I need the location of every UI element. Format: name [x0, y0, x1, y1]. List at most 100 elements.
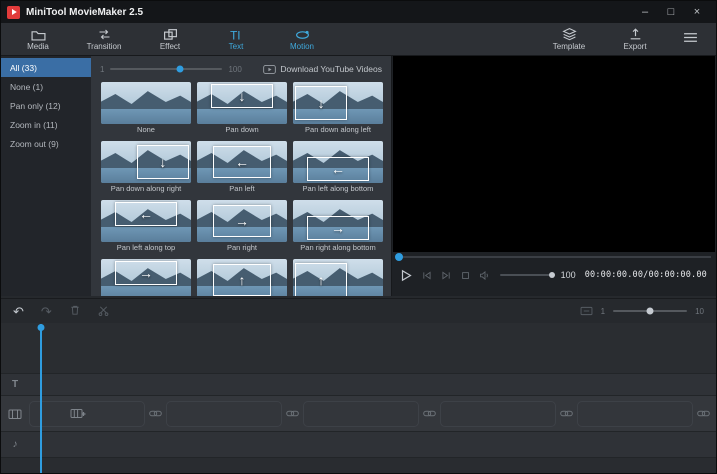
trash-icon — [69, 304, 81, 318]
pan-arrow-icon: → — [331, 221, 345, 235]
motion-effect-pan-right-along-bottom[interactable]: →Pan right along bottom — [293, 200, 383, 254]
motion-panel-header: 1 100 Download YouTube Videos — [91, 56, 391, 82]
size-slider-max: 100 — [228, 65, 241, 74]
zoom-slider-handle[interactable] — [647, 308, 654, 315]
toolbar-item-export[interactable]: Export — [602, 23, 668, 55]
clip-slot[interactable] — [29, 401, 145, 427]
scissors-icon — [98, 305, 109, 318]
titlebar: MiniTool MovieMaker 2.5 – □ × — [1, 1, 716, 23]
minimize-button[interactable]: – — [632, 1, 658, 23]
youtube-icon — [263, 65, 276, 74]
maximize-button[interactable]: □ — [658, 1, 684, 23]
volume-slider-handle[interactable] — [549, 272, 555, 278]
video-preview — [393, 56, 715, 252]
transition-link-icon — [697, 409, 710, 418]
clip-slot[interactable] — [303, 401, 419, 427]
hamburger-menu-icon — [683, 30, 698, 48]
motion-effect-pan-left-along-bottom[interactable]: ←Pan left along bottom — [293, 141, 383, 195]
effect-thumbnail: → — [197, 200, 287, 242]
motion-panel: 1 100 Download YouTube Videos None↓Pan d… — [91, 56, 391, 296]
transition-icon — [97, 27, 112, 41]
motion-effect-pan-down[interactable]: ↓ Pan down — [197, 82, 287, 136]
motion-effect-item-11[interactable]: ↑ — [293, 259, 383, 296]
stop-button[interactable] — [461, 271, 470, 280]
volume-slider[interactable] — [500, 274, 552, 276]
video-track[interactable] — [1, 395, 716, 431]
close-button[interactable]: × — [684, 1, 710, 23]
app-logo-icon — [7, 6, 20, 19]
download-youtube-link[interactable]: Download YouTube Videos — [263, 64, 382, 74]
playhead[interactable] — [40, 324, 42, 473]
effect-thumbnail: ← — [197, 141, 287, 183]
effect-label: Pan down along left — [293, 124, 383, 136]
effect-thumbnail: ↑ — [293, 259, 383, 296]
timecode: 00:00:00.00/00:00:00.00 — [585, 270, 707, 280]
add-clip-icon[interactable] — [70, 407, 86, 420]
effect-thumbnail: ↑ — [197, 259, 287, 296]
motion-icon — [295, 27, 310, 41]
music-track[interactable]: ♪ — [1, 431, 716, 457]
effect-label: Pan right — [197, 242, 287, 254]
toolbar-item-text[interactable]: TIText — [203, 23, 269, 55]
redo-button[interactable]: ↷ — [41, 305, 52, 318]
pan-frame: ← — [307, 157, 368, 181]
sidebar-item-all-33[interactable]: All (33) — [1, 58, 91, 77]
progress-handle[interactable] — [395, 253, 403, 261]
pan-frame: ↑ — [295, 263, 347, 296]
motion-effect-pan-down-along-right[interactable]: ↓Pan down along right — [101, 141, 191, 195]
media-icon — [31, 27, 46, 41]
category-sidebar: All (33)None (1)Pan only (12)Zoom in (11… — [1, 56, 91, 296]
undo-button[interactable]: ↶ — [13, 305, 24, 318]
pan-frame: ↑ — [213, 264, 271, 296]
toolbar-item-effect[interactable]: Effect — [137, 23, 203, 55]
effect-label: None — [101, 124, 191, 136]
motion-effect-pan-left[interactable]: ←Pan left — [197, 141, 287, 195]
toolbar-item-motion[interactable]: Motion — [269, 23, 335, 55]
motion-effect-pan-left-along-top[interactable]: ← Pan left along top — [101, 200, 191, 254]
video-clip-lane — [29, 396, 716, 431]
sidebar-item-zoom-out-9[interactable]: Zoom out (9) — [1, 134, 91, 153]
menu-button[interactable] — [668, 23, 712, 55]
toolbar-item-media[interactable]: Media — [5, 23, 71, 55]
motion-effect-pan-right[interactable]: →Pan right — [197, 200, 287, 254]
sidebar-item-zoom-in-11[interactable]: Zoom in (11) — [1, 115, 91, 134]
clip-slot[interactable] — [166, 401, 282, 427]
effect-label: Pan down — [197, 124, 287, 136]
toolbar-item-transition[interactable]: Transition — [71, 23, 137, 55]
slider-handle[interactable] — [176, 66, 183, 73]
clip-slot[interactable] — [440, 401, 556, 427]
playback-progress-bar[interactable] — [397, 256, 711, 258]
playhead-handle[interactable] — [38, 324, 45, 331]
thumbnail-size-slider[interactable] — [110, 68, 222, 70]
fit-timeline-icon[interactable] — [580, 306, 593, 316]
timeline-ruler-area[interactable] — [1, 323, 716, 373]
split-button[interactable] — [98, 305, 109, 318]
sidebar-item-pan-only-12[interactable]: Pan only (12) — [1, 96, 91, 115]
pan-frame: ↓ — [137, 145, 189, 179]
motion-effect-item-9[interactable]: → — [101, 259, 191, 296]
timeline-filler — [1, 457, 716, 474]
volume-icon[interactable] — [479, 271, 491, 280]
scene-water — [101, 286, 191, 296]
sidebar-item-none-1[interactable]: None (1) — [1, 77, 91, 96]
delete-button[interactable] — [69, 304, 81, 318]
pan-arrow-icon: ↓ — [239, 89, 246, 103]
scene-water — [101, 227, 191, 242]
next-frame-button[interactable] — [441, 271, 452, 280]
toolbar-item-template[interactable]: Template — [536, 23, 602, 55]
play-button[interactable] — [400, 269, 412, 282]
motion-effect-item-10[interactable]: ↑ — [197, 259, 287, 296]
effect-label: Pan left along top — [101, 242, 191, 254]
scene-mountains — [101, 90, 191, 110]
text-track[interactable]: T — [1, 373, 716, 395]
previous-frame-button[interactable] — [421, 271, 432, 280]
motion-effect-none[interactable]: None — [101, 82, 191, 136]
pan-frame: ← — [115, 202, 176, 226]
timeline-zoom-slider[interactable] — [613, 310, 687, 312]
transition-link-icon — [149, 409, 162, 418]
effect-thumbnail: → — [293, 200, 383, 242]
effect-thumbnail: → — [101, 259, 191, 296]
effects-grid: None↓Pan down↓Pan down along left↓Pan do… — [101, 82, 383, 296]
motion-effect-pan-down-along-left[interactable]: ↓Pan down along left — [293, 82, 383, 136]
clip-slot[interactable] — [577, 401, 693, 427]
